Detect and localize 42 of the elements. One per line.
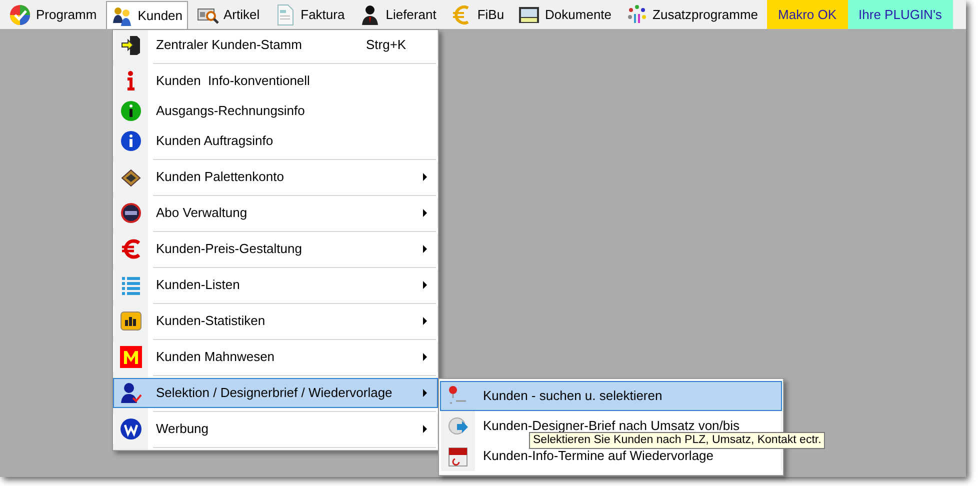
info-icon	[120, 130, 142, 152]
menu-bar-item[interactable]: Dokumente	[513, 0, 617, 29]
menu-item[interactable]: Zentraler Kunden-Stamm Strg+K	[113, 30, 438, 60]
euro-icon	[120, 238, 142, 260]
list-icon	[120, 274, 142, 296]
menu-item[interactable]: Kunden-Listen	[113, 270, 438, 300]
menu-item[interactable]: Kunden Auftragsinfo	[113, 126, 438, 156]
menu-item[interactable]: Kunden Palettenkonto	[113, 162, 438, 192]
user-check-icon	[120, 382, 142, 404]
menu-item[interactable]: Selektion / Designerbrief / Wiedervorlage	[113, 378, 438, 408]
menu-bar-item[interactable]: Artikel	[192, 0, 265, 29]
menu-item[interactable]: Kunden-Preis-Gestaltung	[113, 234, 438, 264]
info-icon	[127, 70, 135, 92]
menu-item[interactable]: Werbung	[113, 414, 438, 444]
menu-bar-item[interactable]: Faktura	[268, 0, 350, 29]
menu-bar-item[interactable]: Programm	[4, 0, 102, 29]
menu-bar-item[interactable]: Zusatzprogramme	[620, 0, 764, 29]
menu-bar-item[interactable]: Ihre PLUGIN's	[848, 0, 953, 29]
menu-bar-item[interactable]: Makro OK	[767, 0, 848, 29]
people-icon	[110, 4, 133, 26]
menu-item[interactable]: Kunden-Statistiken	[113, 306, 438, 336]
abo-badge-icon	[120, 202, 142, 224]
chart-icon	[120, 310, 142, 332]
menu-bar-item[interactable]: Lieferant	[354, 0, 442, 29]
menu-item[interactable]: Abo Verwaltung	[113, 198, 438, 228]
menu-item[interactable]: Kunden Info-konventionell	[113, 66, 438, 96]
dots-icon	[626, 4, 648, 26]
menu-item[interactable]: Kunden Mahnwesen	[113, 342, 438, 372]
globe-arrow-icon	[447, 415, 469, 437]
shortcut-label: Strg+K	[366, 36, 406, 54]
calendar-icon	[447, 445, 469, 467]
pin-icon	[447, 385, 469, 407]
letter-m-icon	[120, 346, 142, 368]
menu-bar-item[interactable]: Kunden	[106, 1, 188, 29]
tooltip: Selektieren Sie Kunden nach PLZ, Umsatz, Kontakt ectr.	[529, 432, 826, 449]
letter-w-icon	[120, 418, 142, 440]
submenu-item[interactable]: Kunden - suchen u. selektieren	[440, 381, 782, 411]
door-arrow-icon	[120, 34, 142, 56]
menu-item[interactable]: Ausgangs-Rechnungsinfo	[113, 96, 438, 126]
info-icon	[120, 100, 142, 122]
chart-wheel-icon	[9, 4, 31, 26]
menu-bar-item[interactable]: FiBu	[445, 0, 510, 29]
